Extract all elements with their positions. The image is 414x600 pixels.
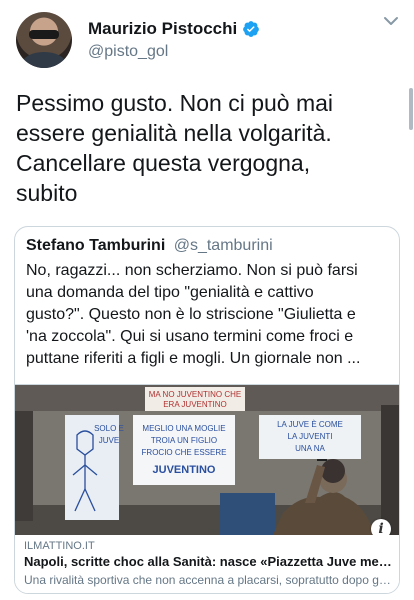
- author-name-row[interactable]: Maurizio Pistocchi: [88, 19, 260, 39]
- chevron-down-icon[interactable]: [382, 14, 400, 28]
- banner-top-line-1: MA NO JUVENTINO CHE: [149, 390, 241, 399]
- link-card-description: Una rivalità sportiva che non accenna a …: [24, 573, 392, 587]
- banner-top-line-2: ERA JUVENTINO: [163, 400, 227, 409]
- banner-center-line-2: TROIA UN FIGLIO: [151, 436, 217, 445]
- banner-right-line-2: LA JUVENTI: [288, 432, 333, 441]
- link-card-meta[interactable]: ILMATTINO.IT Napoli, scritte choc alla S…: [15, 535, 399, 593]
- banner-center-line-4: JUVENTINO: [153, 464, 216, 476]
- quoted-author-name: Stefano Tamburini: [26, 237, 166, 254]
- banner-right-line-1: LA JUVE È COME: [277, 420, 343, 429]
- banner-left: SOLO E JUVE: [65, 415, 124, 520]
- avatar-shirt: [22, 52, 66, 68]
- tweet-header: Maurizio Pistocchi @pisto_gol: [16, 12, 400, 68]
- link-card-image[interactable]: MA NO JUVENTINO CHE ERA JUVENTINO SOLO E…: [15, 385, 399, 535]
- scrollbar[interactable]: [409, 88, 413, 130]
- graffiti-photo: MA NO JUVENTINO CHE ERA JUVENTINO SOLO E…: [15, 385, 399, 535]
- link-card-domain: ILMATTINO.IT: [24, 540, 95, 552]
- avatar[interactable]: [16, 12, 72, 68]
- banner-top: MA NO JUVENTINO CHE ERA JUVENTINO: [145, 387, 245, 411]
- verified-badge-icon: [243, 21, 260, 37]
- banner-center-line-1: MEGLIO UNA MOGLIE: [142, 424, 225, 433]
- author-display-name[interactable]: Maurizio Pistocchi: [88, 19, 237, 39]
- banner-left-line-1: SOLO E: [94, 424, 124, 433]
- tweet-text: Pessimo gusto. Non ci può mai essere gen…: [16, 90, 334, 206]
- link-card-title[interactable]: Napoli, scritte choc alla Sanità: nasce …: [24, 554, 392, 569]
- info-icon[interactable]: i: [371, 519, 391, 535]
- quoted-tweet-text: No, ragazzi... non scherziamo. Non si pu…: [26, 262, 361, 367]
- banner-right: LA JUVE È COME LA JUVENTI UNA NA: [259, 415, 361, 459]
- quoted-tweet[interactable]: Stefano Tamburini @s_tamburini No, ragaz…: [14, 226, 400, 594]
- avatar-glasses: [29, 30, 59, 39]
- quoted-tweet-header: Stefano Tamburini @s_tamburini: [26, 237, 273, 255]
- quoted-author-handle: @s_tamburini: [173, 237, 273, 254]
- banner-left-line-2: JUVE: [99, 436, 119, 445]
- banner-center-line-3: FROCIO CHE ESSERE: [142, 448, 227, 457]
- link-card[interactable]: MA NO JUVENTINO CHE ERA JUVENTINO SOLO E…: [15, 384, 399, 593]
- banner-center: MEGLIO UNA MOGLIE TROIA UN FIGLIO FROCIO…: [133, 415, 235, 485]
- author-handle[interactable]: @pisto_gol: [88, 43, 168, 61]
- banner-right-line-3: UNA NA: [295, 444, 325, 453]
